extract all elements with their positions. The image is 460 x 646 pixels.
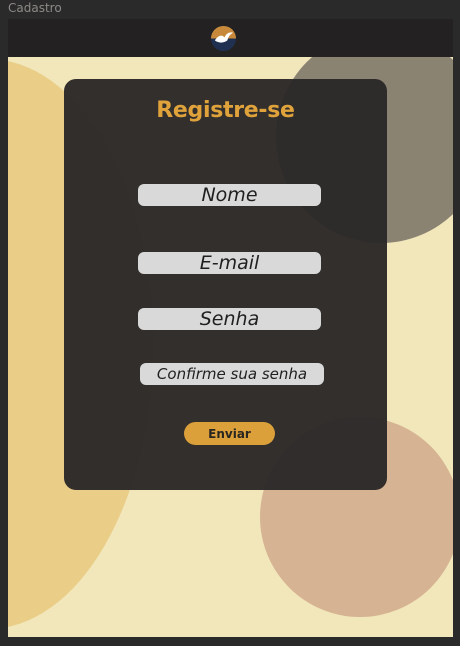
name-field[interactable]: Nome bbox=[138, 184, 321, 206]
confirm-password-field[interactable]: Confirme sua senha bbox=[140, 363, 324, 385]
signup-card: Registre-se Nome E-mail Senha Confirme s… bbox=[64, 79, 387, 490]
form-title: Registre-se bbox=[156, 98, 295, 123]
submit-button[interactable]: Enviar bbox=[184, 422, 275, 445]
password-field[interactable]: Senha bbox=[138, 308, 321, 330]
frame-label: Cadastro bbox=[8, 1, 62, 15]
top-bar bbox=[8, 19, 453, 57]
email-field[interactable]: E-mail bbox=[138, 252, 321, 274]
bird-logo-icon[interactable] bbox=[210, 25, 237, 52]
signup-screen: Registre-se Nome E-mail Senha Confirme s… bbox=[8, 19, 453, 637]
